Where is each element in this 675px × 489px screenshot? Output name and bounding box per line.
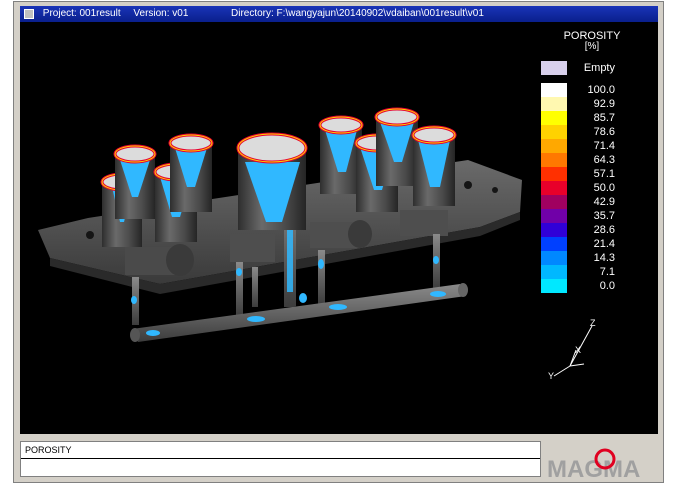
message-field — [21, 460, 540, 476]
legend-swatch — [541, 237, 567, 251]
porosity-spot — [299, 293, 307, 303]
porosity-spot — [318, 259, 324, 269]
legend-label: 7.1 — [599, 266, 615, 278]
legend-label: 35.7 — [593, 210, 615, 222]
runner-block — [348, 220, 372, 248]
runner-block — [400, 210, 448, 236]
magma-logo: MAGMA — [547, 448, 640, 481]
directory-label: Directory: F:\wangyajun\20140902\vdaiban… — [231, 8, 484, 19]
legend-swatch — [541, 83, 567, 97]
porosity-spot — [131, 296, 137, 304]
bolt-hole — [86, 231, 94, 239]
legend-swatch — [541, 167, 567, 181]
porosity-spot — [433, 256, 439, 264]
legend-label: 42.9 — [593, 196, 615, 208]
project-label: Project: 001result — [42, 8, 121, 19]
legend-label: 64.3 — [593, 154, 615, 166]
legend-swatch — [541, 251, 567, 265]
legend-label: 28.6 — [593, 224, 615, 236]
porosity-spot — [430, 291, 446, 297]
porosity-spot — [236, 268, 242, 276]
legend-swatch — [541, 111, 567, 125]
riser — [113, 144, 157, 219]
legend-label: 85.7 — [593, 112, 615, 124]
legend-swatch — [541, 97, 567, 111]
runner-block — [166, 244, 194, 276]
app-icon[interactable] — [24, 9, 34, 19]
porosity-spot — [329, 304, 347, 310]
legend-swatch — [541, 223, 567, 237]
riser — [374, 107, 420, 186]
axis-triad: Z X Y — [548, 318, 596, 380]
title-bar: Project: 001result Version: v01 Director… — [20, 6, 658, 22]
legend-swatch — [541, 125, 567, 139]
legend-label: 78.6 — [593, 126, 615, 138]
riser — [168, 133, 214, 212]
legend-swatch — [541, 139, 567, 153]
riser — [318, 115, 364, 194]
y-axis-line — [553, 365, 571, 377]
3d-viewport[interactable]: POROSITY [%] Empty 100.0 92.9 85.7 78.6 71.4 6… — [20, 22, 658, 434]
status-panel: POROSITY — [20, 441, 541, 477]
legend-label: 21.4 — [593, 238, 615, 250]
legend-label: 50.0 — [593, 182, 615, 194]
version-label: Version: v01 — [133, 8, 189, 19]
legend-label: 100.0 — [587, 84, 615, 96]
runner-block — [230, 234, 275, 262]
riser — [236, 132, 308, 230]
legend-label: Empty — [583, 62, 615, 74]
legend-label: 71.4 — [593, 140, 615, 152]
legend-label: 92.9 — [593, 98, 615, 110]
runner-pipe — [132, 284, 466, 342]
riser — [411, 125, 457, 206]
logo-text: MAGMA — [547, 456, 640, 481]
porosity-spot — [146, 330, 160, 336]
leg-pipe — [252, 267, 258, 307]
legend-swatch — [541, 181, 567, 195]
z-axis-label: Z — [590, 318, 596, 328]
legend-swatch — [541, 209, 567, 223]
legend-label: 14.3 — [593, 252, 615, 264]
bolt-hole — [464, 181, 472, 189]
result-name-field: POROSITY — [21, 442, 540, 459]
bolt-hole — [492, 187, 498, 193]
runner-pipe-end — [458, 283, 468, 297]
legend-label: 0.0 — [599, 280, 615, 292]
legend-unit: [%] — [584, 41, 600, 52]
runner-pipe-end — [130, 328, 140, 342]
y-axis-label: Y — [548, 371, 554, 380]
legend-swatch — [541, 265, 567, 279]
porosity-spot — [247, 316, 265, 322]
legend-swatch — [541, 279, 567, 293]
legend-swatch — [541, 61, 567, 75]
legend-swatch — [541, 153, 567, 167]
x-axis-label: X — [575, 345, 581, 355]
legend-label: 57.1 — [593, 168, 615, 180]
leg-pipe — [318, 250, 325, 305]
legend-swatch — [541, 195, 567, 209]
axis-line — [569, 363, 585, 367]
